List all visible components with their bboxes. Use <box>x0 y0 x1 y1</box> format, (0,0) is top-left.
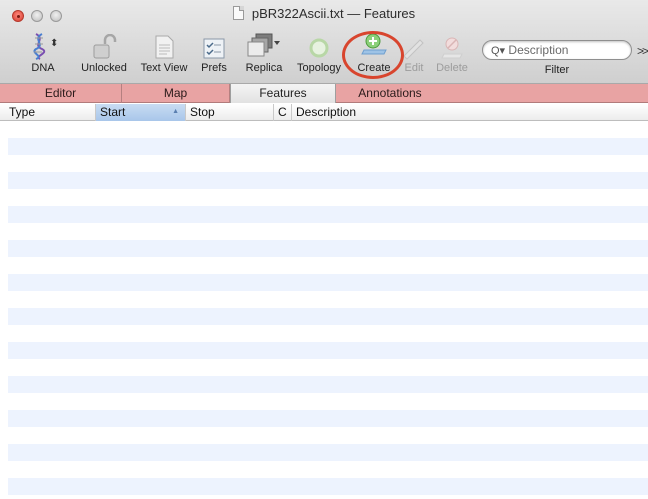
dna-button[interactable]: ⬍ DNA <box>26 30 60 80</box>
window-title: pBR322Ascii.txt — Features <box>251 6 416 21</box>
topology-button[interactable]: Topology <box>294 30 344 80</box>
table-row <box>8 121 648 138</box>
table-row <box>8 291 648 308</box>
tab-features[interactable]: Features <box>230 84 336 103</box>
table-row <box>8 478 648 495</box>
tab-bar: Editor Map Features Annotations <box>0 84 648 103</box>
dna-label: DNA <box>31 62 55 74</box>
table-row <box>8 410 648 427</box>
table-row <box>8 325 648 342</box>
delete-label: Delete <box>436 62 468 74</box>
toolbar: pBR322Ascii.txt — Features ⬍ DNA Unlocke… <box>0 0 648 84</box>
prefs-label: Prefs <box>201 62 227 74</box>
table-row <box>8 444 648 461</box>
column-header-complement[interactable]: C <box>274 104 292 121</box>
table-row <box>8 189 648 206</box>
delete-button[interactable]: Delete <box>432 30 472 80</box>
text-document-icon <box>155 35 174 59</box>
table-row <box>8 342 648 359</box>
table-header: Type Start ▲ Stop C Description <box>0 104 648 121</box>
table-row <box>8 359 648 376</box>
unlock-icon <box>93 34 117 59</box>
table-row <box>8 155 648 172</box>
column-header-description[interactable]: Description <box>292 104 648 121</box>
tab-editor[interactable]: Editor <box>0 84 122 103</box>
table-row <box>8 257 648 274</box>
edit-button[interactable]: Edit <box>400 30 428 80</box>
table-row <box>8 393 648 410</box>
delete-icon <box>441 37 463 59</box>
table-row <box>8 308 648 325</box>
edit-pencil-icon <box>403 39 424 60</box>
filter-label: Filter <box>544 64 570 76</box>
window-title-bar: pBR322Ascii.txt — Features <box>0 6 648 21</box>
column-header-start[interactable]: Start ▲ <box>96 104 186 121</box>
table-row <box>8 240 648 257</box>
text-view-label: Text View <box>140 62 188 74</box>
topology-circle-icon <box>309 38 329 58</box>
preferences-checklist-icon <box>203 38 225 59</box>
replica-button[interactable]: Replica <box>240 30 288 80</box>
table-row <box>8 138 648 155</box>
replica-icon <box>247 33 280 57</box>
document-icon <box>232 6 244 20</box>
svg-text:⬍: ⬍ <box>50 38 58 49</box>
tab-map[interactable]: Map <box>122 84 230 103</box>
unlocked-label: Unlocked <box>81 62 127 74</box>
prefs-button[interactable]: Prefs <box>198 30 230 80</box>
topology-label: Topology <box>296 62 342 74</box>
table-row <box>8 274 648 291</box>
toolbar-overflow-icon[interactable]: >> <box>637 44 648 58</box>
sort-ascending-icon: ▲ <box>172 108 179 115</box>
table-row <box>8 172 648 189</box>
edit-label: Edit <box>404 62 424 74</box>
dna-icon: ⬍ <box>33 33 58 60</box>
table-row <box>8 206 648 223</box>
features-table-body <box>8 121 648 499</box>
replica-label: Replica <box>245 62 283 74</box>
column-header-stop[interactable]: Stop <box>186 104 274 121</box>
filter-search-field[interactable]: Q▾ Description <box>482 40 632 60</box>
app-window: pBR322Ascii.txt — Features ⬍ DNA Unlocke… <box>0 0 648 499</box>
tab-annotations[interactable]: Annotations <box>336 84 444 103</box>
unlocked-button[interactable]: Unlocked <box>78 30 130 80</box>
search-placeholder: Description <box>508 43 569 57</box>
search-icon: Q▾ <box>491 45 506 57</box>
table-row <box>8 461 648 478</box>
annotation-highlight-circle <box>342 31 404 79</box>
column-header-type[interactable]: Type <box>5 104 96 121</box>
table-row <box>8 223 648 240</box>
table-row <box>8 376 648 393</box>
table-row <box>8 427 648 444</box>
text-view-button[interactable]: Text View <box>136 30 192 80</box>
column-header-start-label: Start <box>100 105 126 119</box>
